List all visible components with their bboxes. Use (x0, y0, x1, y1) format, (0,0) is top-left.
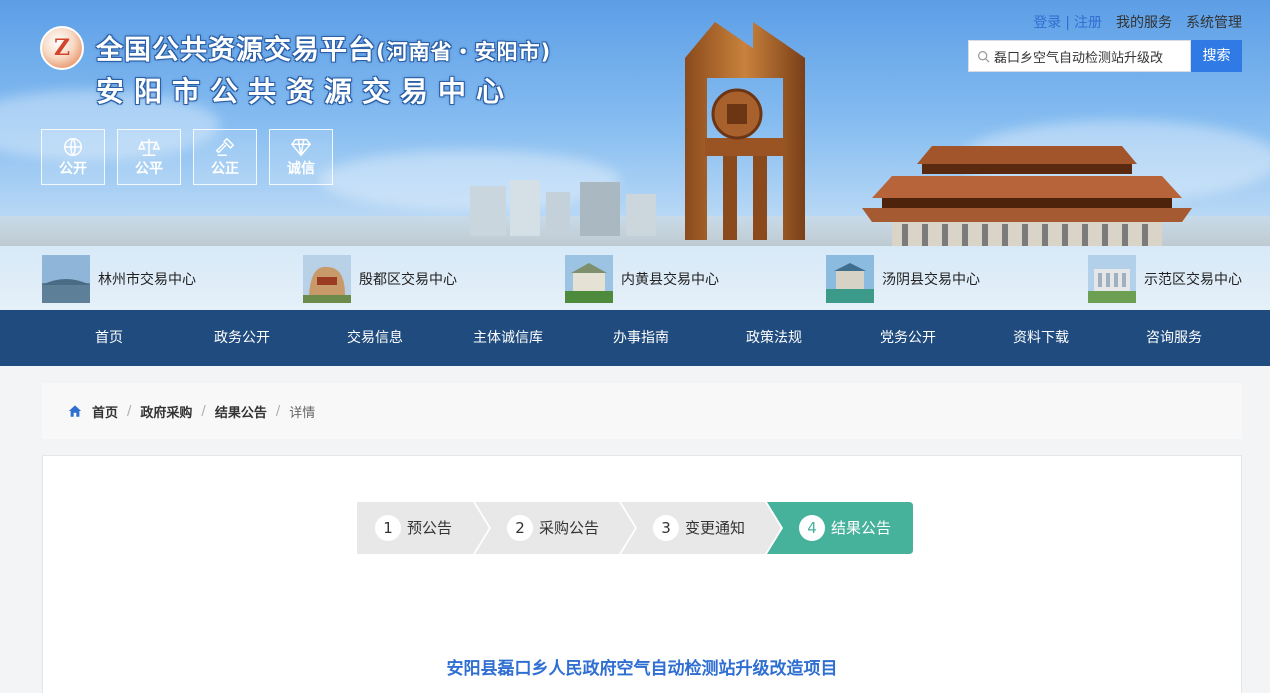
search-box (968, 40, 1191, 72)
globe-icon (42, 130, 104, 158)
breadcrumb-separator: / (201, 403, 206, 419)
center-thumbnail (826, 255, 874, 303)
breadcrumb-separator: / (275, 403, 281, 419)
nav-credit-database[interactable]: 主体诚信库 (441, 310, 575, 366)
center-label: 殷都区交易中心 (359, 272, 457, 288)
step-number: 1 (375, 515, 401, 541)
step-number: 3 (653, 515, 679, 541)
step-number: 2 (507, 515, 533, 541)
register-link[interactable]: 注册 (1074, 15, 1102, 31)
search-icon (978, 50, 990, 63)
breadcrumb-result-notice[interactable]: 结果公告 (215, 402, 267, 421)
monument-illustration (685, 22, 805, 240)
platform-title: 全国公共资源交易平台(河南省・安阳市) (96, 28, 551, 67)
nav-downloads[interactable]: 资料下载 (974, 310, 1108, 366)
home-icon[interactable] (68, 404, 82, 418)
content-card: 1 预公告 2 采购公告 3 变更通知 4 结果公告 安阳县磊口乡人民政府空气自… (42, 455, 1242, 693)
nav-party-affairs[interactable]: 党务公开 (841, 310, 975, 366)
building-illustration (862, 146, 1192, 246)
top-links: 登录 | 注册 我的服务 系统管理 (1033, 12, 1242, 32)
center-label: 林州市交易中心 (98, 272, 196, 288)
diamond-icon (270, 130, 332, 158)
step-change-notice[interactable]: 3 变更通知 (621, 502, 781, 554)
values-group: 公开 公平 公正 诚信 (41, 129, 333, 185)
platform-logo[interactable]: Z (40, 26, 84, 70)
center-thumbnail (303, 255, 351, 303)
header-banner: Z 全国公共资源交易平台(河南省・安阳市) 安阳市公共资源交易中心 公开 公平 … (0, 0, 1270, 310)
value-label: 公正 (211, 161, 239, 177)
breadcrumb-home[interactable]: 首页 (92, 402, 118, 421)
breadcrumb-procurement[interactable]: 政府采购 (140, 402, 192, 421)
value-integrity: 诚信 (269, 129, 333, 185)
value-label: 公平 (135, 161, 163, 177)
nav-trading-info[interactable]: 交易信息 (308, 310, 442, 366)
step-label: 结果公告 (831, 519, 892, 537)
center-neihuang[interactable]: 内黄县交易中心 (565, 255, 719, 303)
center-label: 汤阴县交易中心 (882, 272, 980, 288)
distant-buildings (470, 180, 656, 236)
search-input[interactable] (994, 48, 1164, 64)
nav-government-affairs[interactable]: 政务公开 (175, 310, 309, 366)
center-title: 安阳市公共资源交易中心 (96, 75, 515, 108)
center-label: 示范区交易中心 (1144, 272, 1242, 288)
scale-icon (118, 130, 180, 158)
step-pre-notice[interactable]: 1 预公告 (357, 502, 489, 554)
value-open: 公开 (41, 129, 105, 185)
step-procurement-notice[interactable]: 2 采购公告 (475, 502, 635, 554)
center-linzhou[interactable]: 林州市交易中心 (42, 255, 196, 303)
center-thumbnail (565, 255, 613, 303)
sub-centers-strip: 林州市交易中心 殷都区交易中心 内黄县交易中心 汤阴县交易中心 示范区交易中心 (0, 246, 1270, 310)
value-fair: 公平 (117, 129, 181, 185)
breadcrumb-separator: / (127, 403, 132, 419)
logo-letter: Z (53, 35, 71, 61)
search-bar: 搜索 (968, 40, 1242, 72)
system-admin-link[interactable]: 系统管理 (1186, 15, 1242, 31)
nav-service-guide[interactable]: 办事指南 (574, 310, 708, 366)
gavel-icon (194, 130, 256, 158)
breadcrumb-current: 详情 (289, 405, 316, 421)
center-shifan[interactable]: 示范区交易中心 (1088, 255, 1242, 303)
document-title: 安阳县磊口乡人民政府空气自动检测站升级改造项目 (446, 659, 838, 679)
step-number: 4 (799, 515, 825, 541)
step-label: 采购公告 (539, 519, 600, 537)
main-nav: 首页 政务公开 交易信息 主体诚信库 办事指南 政策法规 党务公开 资料下载 咨… (0, 310, 1270, 366)
center-label: 内黄县交易中心 (621, 272, 719, 288)
login-link[interactable]: 登录 (1033, 15, 1061, 31)
step-label: 变更通知 (685, 519, 746, 537)
search-button[interactable]: 搜索 (1191, 40, 1242, 72)
nav-consulting[interactable]: 咨询服务 (1107, 310, 1241, 366)
center-thumbnail (42, 255, 90, 303)
center-thumbnail (1088, 255, 1136, 303)
title-main: 全国公共资源交易平台 (96, 35, 376, 66)
title-region: (河南省・安阳市) (376, 40, 552, 64)
value-label: 公开 (59, 161, 87, 177)
step-result-notice[interactable]: 4 结果公告 (767, 502, 913, 554)
center-yindu[interactable]: 殷都区交易中心 (303, 255, 457, 303)
value-just: 公正 (193, 129, 257, 185)
link-separator: | (1065, 15, 1070, 31)
center-tangyin[interactable]: 汤阴县交易中心 (826, 255, 980, 303)
value-label: 诚信 (287, 161, 315, 177)
nav-policies[interactable]: 政策法规 (707, 310, 841, 366)
nav-home[interactable]: 首页 (42, 310, 176, 366)
step-label: 预公告 (407, 519, 453, 537)
breadcrumb: 首页 / 政府采购 / 结果公告 / 详情 (42, 383, 1242, 439)
process-steps: 1 预公告 2 采购公告 3 变更通知 4 结果公告 (357, 502, 917, 554)
my-services-link[interactable]: 我的服务 (1116, 15, 1172, 31)
